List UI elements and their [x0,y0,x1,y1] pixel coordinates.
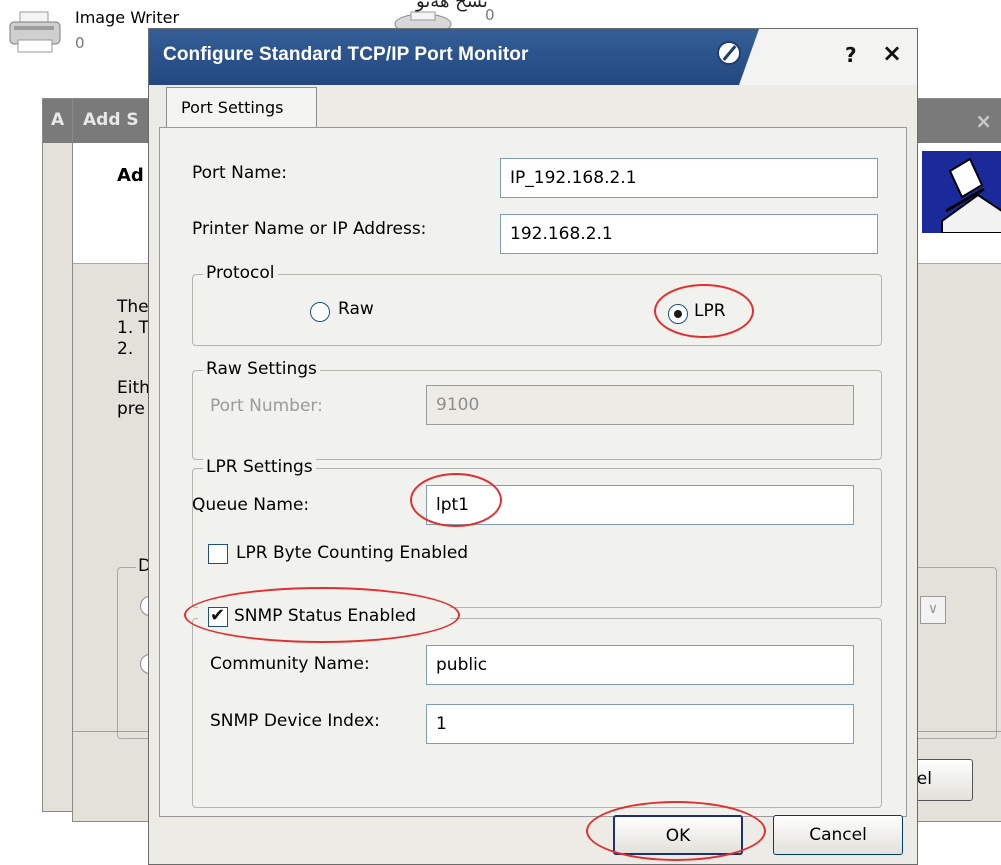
printer-name: Image Writer [75,8,180,27]
printer-icon[interactable] [393,10,453,28]
annotation-ellipse-queue [410,473,502,527]
wizard-dropdown-arrow-icon[interactable]: ∨ [920,596,946,624]
dialog-titlebar[interactable]: Configure Standard TCP/IP Port Monitor ?… [149,29,917,85]
device-index-input[interactable]: 1 [426,704,854,744]
tab-label: Port Settings [181,98,284,117]
printer-job-count: 0 [485,6,495,24]
port-name-label: Port Name: [192,163,287,183]
wizard-text-line: 1. T [117,318,150,338]
wizard-text-line: Eith [117,378,150,398]
wizard-text-line: pre [117,399,145,419]
port-number-label: Port Number: [210,396,323,416]
close-button[interactable]: × [882,39,902,67]
annotation-ellipse-snmp [184,587,460,643]
configure-port-dialog: Configure Standard TCP/IP Port Monitor ?… [148,28,918,865]
wizard-text-line: 2. [117,339,134,359]
printer-icon[interactable] [8,10,64,56]
port-number-input[interactable]: 9100 [426,385,854,425]
wizard-close-icon[interactable]: × [975,109,992,133]
help-button[interactable]: ? [845,43,857,67]
wizard-body-text: The 1. T 2. Eith pre [117,297,150,420]
address-label: Printer Name or IP Address: [192,219,427,239]
port-settings-panel: Port Name: IP_192.168.2.1 Printer Name o… [159,127,907,817]
lpr-byte-counting-label[interactable]: LPR Byte Counting Enabled [236,543,468,563]
annotation-ellipse-lpr [654,284,754,338]
dialog-title: Configure Standard TCP/IP Port Monitor [163,44,529,65]
wizard-heading: Ad [117,165,144,186]
lpr-settings-legend: LPR Settings [203,457,316,477]
printer-job-count: 0 [75,34,85,52]
tab-port-settings[interactable]: Port Settings [166,87,317,128]
community-name-label: Community Name: [210,654,370,674]
annotation-ellipse-ok [586,801,766,861]
port-name-input[interactable]: IP_192.168.2.1 [500,158,878,198]
lpr-byte-counting-checkbox[interactable] [208,544,228,564]
protocol-legend: Protocol [203,263,278,283]
queue-name-label: Queue Name: [192,495,310,515]
pin-icon[interactable] [717,41,741,65]
background-window-title: A [51,110,65,130]
wizard-title: Add S [83,110,139,130]
raw-radio[interactable] [310,302,330,322]
wizard-logo-icon [922,151,1001,233]
device-index-label: SNMP Device Index: [210,711,380,731]
protocol-group: Protocol [192,263,882,346]
raw-settings-legend: Raw Settings [203,359,320,379]
wizard-text-line: The [117,297,149,317]
raw-label[interactable]: Raw [338,299,374,319]
address-input[interactable]: 192.168.2.1 [500,214,878,254]
cancel-button[interactable]: Cancel [773,815,903,855]
community-name-input[interactable]: public [426,645,854,685]
